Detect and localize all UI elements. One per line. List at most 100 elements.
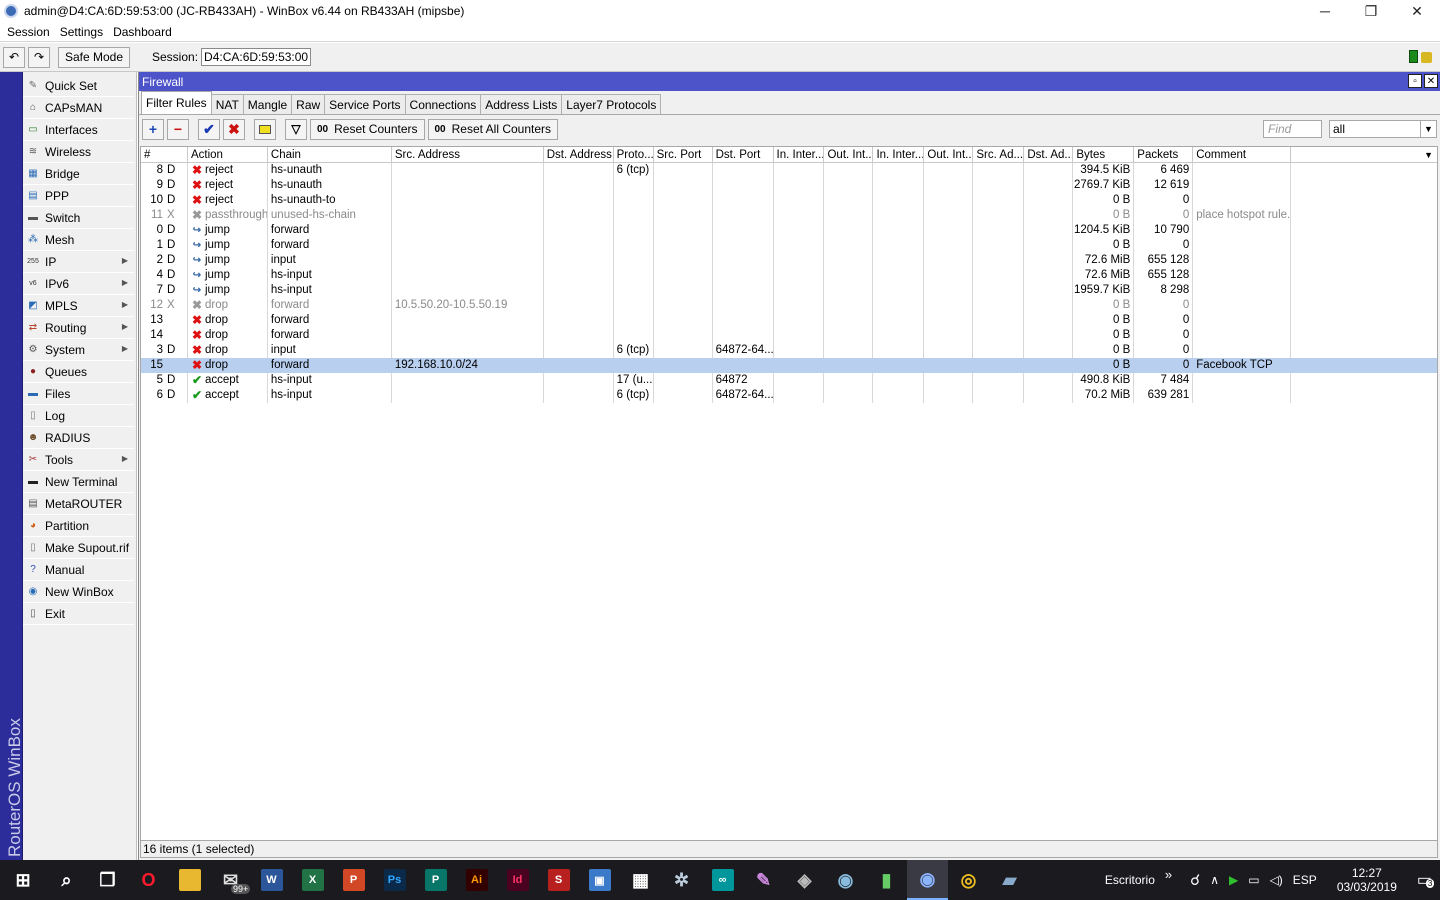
- table-row[interactable]: 8 D ✖ reject hs-unauth 6 (tcp) 394.5 KiB 6 469: [141, 163, 1437, 178]
- menu-dashboard[interactable]: Dashboard: [108, 25, 177, 39]
- column-header[interactable]: Src. Ad...: [973, 147, 1025, 162]
- disable-icon[interactable]: ✖: [223, 118, 245, 140]
- remove-icon[interactable]: −: [167, 118, 189, 140]
- notepad-taskbar-button[interactable]: ▰: [989, 860, 1030, 900]
- sidebar-item-tools[interactable]: ✂ Tools ▶: [23, 449, 134, 471]
- table-row[interactable]: 14 ✖ drop forward 0 B0: [141, 328, 1437, 343]
- winbox-taskbar-taskbar-button[interactable]: ◉: [907, 860, 948, 900]
- column-header[interactable]: Chain: [268, 147, 392, 162]
- column-header[interactable]: Dst. Ad...: [1024, 147, 1074, 162]
- sidebar-item-capsman[interactable]: ⌂ CAPsMAN: [23, 97, 134, 119]
- column-header[interactable]: Dst. Port: [713, 147, 774, 162]
- table-row[interactable]: 7 D ↪ jump hs-input 1959.7 KiB 8 298: [141, 283, 1437, 298]
- filter-select[interactable]: all ▼: [1329, 120, 1437, 138]
- tab-filter-rules[interactable]: Filter Rules: [141, 91, 212, 114]
- chrome-taskbar-button[interactable]: ◎: [948, 860, 989, 900]
- column-header[interactable]: #: [141, 147, 188, 162]
- table-row[interactable]: 12 X ✖ drop forward 10.5.50.20-10.5.50.19 0 B0: [141, 298, 1437, 313]
- column-header[interactable]: Proto...: [614, 147, 654, 162]
- minimize-button[interactable]: ─: [1302, 0, 1348, 22]
- file-explorer-taskbar-button[interactable]: ▆: [169, 860, 210, 900]
- chevron-down-icon[interactable]: ▼: [1420, 121, 1436, 137]
- desktop-toolbar-label[interactable]: Escritorio: [1105, 873, 1155, 887]
- sidebar-item-metarouter[interactable]: ▤ MetaROUTER: [23, 493, 134, 515]
- find-input[interactable]: Find: [1263, 120, 1322, 138]
- column-header[interactable]: Src. Port: [654, 147, 713, 162]
- sidebar-item-exit[interactable]: ▯ Exit: [23, 603, 134, 625]
- word-taskbar-button[interactable]: W: [251, 860, 292, 900]
- table-row[interactable]: 11 X ✖ passthrough unused-hs-chain 0 B 0 place …: [141, 208, 1437, 223]
- window-restore-icon[interactable]: ▫: [1408, 74, 1422, 88]
- table-row[interactable]: 3 D ✖ drop input 6 (tcp) 64872-64... 0 B0: [141, 343, 1437, 358]
- sidebar-item-ipv6[interactable]: v6 IPv6 ▶: [23, 273, 134, 295]
- table-row[interactable]: 15 ✖ drop forward 192.168.10.0/24 0 B 0 Faceboo…: [141, 358, 1437, 373]
- undo-button[interactable]: ↶: [3, 46, 25, 68]
- indesign-taskbar-button[interactable]: Id: [497, 860, 538, 900]
- media-play-icon[interactable]: ▶: [1229, 873, 1238, 887]
- sidebar-item-bridge[interactable]: ▦ Bridge: [23, 163, 134, 185]
- sidebar-item-radius[interactable]: ☻ RADIUS: [23, 427, 134, 449]
- safe-mode-button[interactable]: Safe Mode: [58, 46, 130, 68]
- powerpoint-taskbar-button[interactable]: P: [333, 860, 374, 900]
- sidebar-item-make-supout-rif[interactable]: ▯ Make Supout.rif: [23, 537, 134, 559]
- column-header[interactable]: Packets: [1134, 147, 1194, 162]
- menu-session[interactable]: Session: [2, 25, 55, 39]
- column-header[interactable]: Bytes: [1073, 147, 1135, 162]
- column-header[interactable]: Out. Int...: [824, 147, 874, 162]
- sidebar-item-new-terminal[interactable]: ▬ New Terminal: [23, 471, 134, 493]
- toolbar-more-icon[interactable]: »: [1165, 867, 1172, 882]
- sidebar-item-log[interactable]: ▯ Log: [23, 405, 134, 427]
- photoshop-taskbar-button[interactable]: Ps: [374, 860, 415, 900]
- reset-counters-button[interactable]: 00 Reset Counters: [310, 118, 425, 140]
- eye-taskbar-button[interactable]: ◉: [825, 860, 866, 900]
- app-s-taskbar-button[interactable]: S: [538, 860, 579, 900]
- sidebar-item-quick-set[interactable]: ✎ Quick Set: [23, 75, 134, 97]
- arduino-taskbar-button[interactable]: ∞: [702, 860, 743, 900]
- tab-address-lists[interactable]: Address Lists: [480, 94, 563, 114]
- column-header[interactable]: Comment: [1193, 147, 1292, 162]
- table-row[interactable]: 13 ✖ drop forward 0 B0: [141, 313, 1437, 328]
- tab-connections[interactable]: Connections: [404, 94, 482, 114]
- sidebar-item-routing[interactable]: ⇄ Routing ▶: [23, 317, 134, 339]
- column-header[interactable]: Dst. Address: [544, 147, 614, 162]
- clock[interactable]: 12:27 03/03/2019: [1337, 866, 1397, 894]
- sidebar-item-system[interactable]: ⚙ System ▶: [23, 339, 134, 361]
- network-icon[interactable]: ▭: [1248, 873, 1259, 887]
- sidebar-item-wireless[interactable]: ≋ Wireless: [23, 141, 134, 163]
- sidebar-item-mpls[interactable]: ◩ MPLS ▶: [23, 295, 134, 317]
- sidebar-item-interfaces[interactable]: ▭ Interfaces: [23, 119, 134, 141]
- app-robot-taskbar-button[interactable]: ◈: [784, 860, 825, 900]
- maximize-button[interactable]: ❐: [1348, 0, 1394, 22]
- language-indicator[interactable]: ESP: [1293, 873, 1317, 887]
- close-button[interactable]: ✕: [1394, 0, 1440, 22]
- table-row[interactable]: 10 D ✖ reject hs-unauth-to 0 B0: [141, 193, 1437, 208]
- table-row[interactable]: 9 D ✖ reject hs-unauth 2769.7 KiB 12 619: [141, 178, 1437, 193]
- table-row[interactable]: 2 D ↪ jump input 72.6 MiB 655 128: [141, 253, 1437, 268]
- sidebar-item-mesh[interactable]: ⁂ Mesh: [23, 229, 134, 251]
- people-icon[interactable]: ☌: [1190, 871, 1200, 889]
- table-row[interactable]: 0 D ↪ jump forward 1204.5 KiB 10 790: [141, 223, 1437, 238]
- notifications-icon[interactable]: ▭ 3: [1417, 870, 1435, 890]
- sidebar-item-ppp[interactable]: ▤ PPP: [23, 185, 134, 207]
- add-icon[interactable]: +: [142, 118, 164, 140]
- tab-nat[interactable]: NAT: [210, 94, 244, 114]
- sidebar-item-partition[interactable]: ◕ Partition: [23, 515, 134, 537]
- task-view-taskbar-button[interactable]: ❐: [87, 860, 128, 900]
- enable-icon[interactable]: ✔: [198, 118, 220, 140]
- sidebar-item-files[interactable]: ▬ Files: [23, 383, 134, 405]
- window-close-icon[interactable]: ✕: [1424, 74, 1438, 88]
- column-header[interactable]: Out. Int...: [924, 147, 974, 162]
- sidebar-item-switch[interactable]: ▬ Switch: [23, 207, 134, 229]
- app-pen-taskbar-button[interactable]: ✎: [743, 860, 784, 900]
- column-header[interactable]: Action: [188, 147, 268, 162]
- table-row[interactable]: 1 D ↪ jump forward 0 B0: [141, 238, 1437, 253]
- excel-taskbar-button[interactable]: X: [292, 860, 333, 900]
- network-tool-taskbar-button[interactable]: ✲: [661, 860, 702, 900]
- table-row[interactable]: 4 D ↪ jump hs-input 72.6 MiB 655 128: [141, 268, 1437, 283]
- opera-taskbar-button[interactable]: O: [128, 860, 169, 900]
- comment-icon[interactable]: [254, 118, 276, 140]
- menu-settings[interactable]: Settings: [55, 25, 108, 39]
- table-row[interactable]: 6 D ✔ accept hs-input 6 (tcp) 64872-64... 70.2 …: [141, 388, 1437, 403]
- app-monitor-taskbar-button[interactable]: ▣: [579, 860, 620, 900]
- volume-icon[interactable]: ◁): [1270, 873, 1283, 887]
